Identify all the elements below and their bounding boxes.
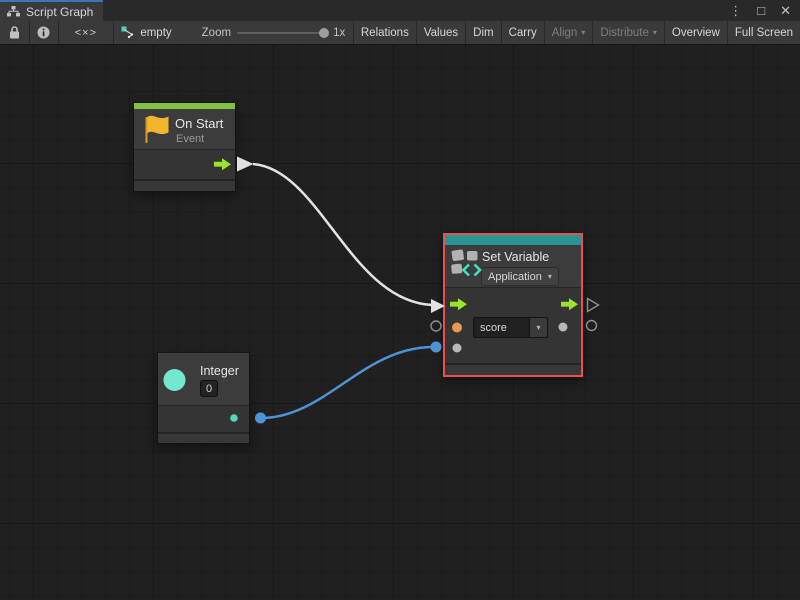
variable-name-field[interactable]: score ▾ [473,317,548,338]
integer-footer [158,432,249,443]
set-variable-header[interactable]: Set Variable Application ▾ [445,245,581,287]
set-variable-body: score ▾ [445,287,581,363]
distribute-button[interactable]: Distribute ▾ [592,21,664,44]
window-controls: ⋮ □ ✕ [729,0,800,21]
variable-name-dropdown-button[interactable]: ▾ [529,318,547,337]
selection-zoom-group: empty Zoom 1x [113,21,353,44]
selection-icon [121,26,134,39]
variable-scope-dropdown[interactable]: Application ▾ [481,267,559,286]
info-button[interactable] [30,21,59,44]
graph-inspector-button[interactable]: <×> [59,21,113,44]
toolbar-buttons: Relations Values Dim Carry Align ▾ Distr… [354,21,800,44]
align-button[interactable]: Align ▾ [544,21,593,44]
full-screen-button[interactable]: Full Screen [727,21,800,44]
relations-button[interactable]: Relations [354,21,416,44]
chevron-down-icon: ▾ [548,273,552,281]
chevron-down-icon: ▾ [653,29,657,37]
tab-script-graph[interactable]: Script Graph [0,0,103,21]
carry-button[interactable]: Carry [501,21,544,44]
node-set-variable[interactable]: Set Variable Application ▾ score ▾ [443,233,583,377]
script-graph-window: Script Graph ⋮ □ ✕ <×> [0,0,800,600]
info-icon [37,26,50,39]
on-start-title: On Start [175,116,223,131]
lock-icon [9,26,20,39]
more-menu-icon[interactable]: ⋮ [729,0,742,21]
graph-inspector-icon: <×> [75,27,97,39]
zoom-slider[interactable] [237,32,327,34]
integer-header[interactable]: Integer 0 [158,353,249,405]
overview-button[interactable]: Overview [664,21,727,44]
integer-body [158,405,249,432]
on-start-subtitle: Event [176,133,204,145]
node-on-start[interactable]: On Start Event [133,102,236,192]
node-integer[interactable]: Integer 0 [157,352,250,444]
set-variable-title: Set Variable [482,250,549,264]
dim-button[interactable]: Dim [465,21,500,44]
graph-hierarchy-icon [7,6,20,17]
graph-toolbar: <×> empty Zoom 1x Relations Values Dim C… [0,21,800,45]
lock-button[interactable] [0,21,29,44]
on-start-footer [134,179,235,191]
tab-label: Script Graph [26,5,93,19]
zoom-slider-handle[interactable] [319,28,329,38]
integer-value: 0 [206,383,212,395]
on-start-body [134,149,235,179]
set-variable-accent-bar [445,235,581,245]
integer-value-field[interactable]: 0 [200,380,218,397]
maximize-icon[interactable]: □ [757,0,765,21]
selection-label: empty [140,27,171,39]
set-variable-footer [445,363,581,375]
variable-name-value[interactable]: score [474,318,529,337]
integer-title: Integer [200,364,239,378]
values-button[interactable]: Values [416,21,465,44]
zoom-value: 1x [333,27,345,39]
on-start-header[interactable]: On Start Event [134,109,235,149]
chevron-down-icon: ▾ [536,323,540,332]
close-icon[interactable]: ✕ [780,0,791,21]
tab-bar: Script Graph ⋮ □ ✕ [0,0,800,21]
zoom-label: Zoom [202,27,231,39]
graph-canvas[interactable] [0,0,800,600]
chevron-down-icon: ▾ [581,29,585,37]
